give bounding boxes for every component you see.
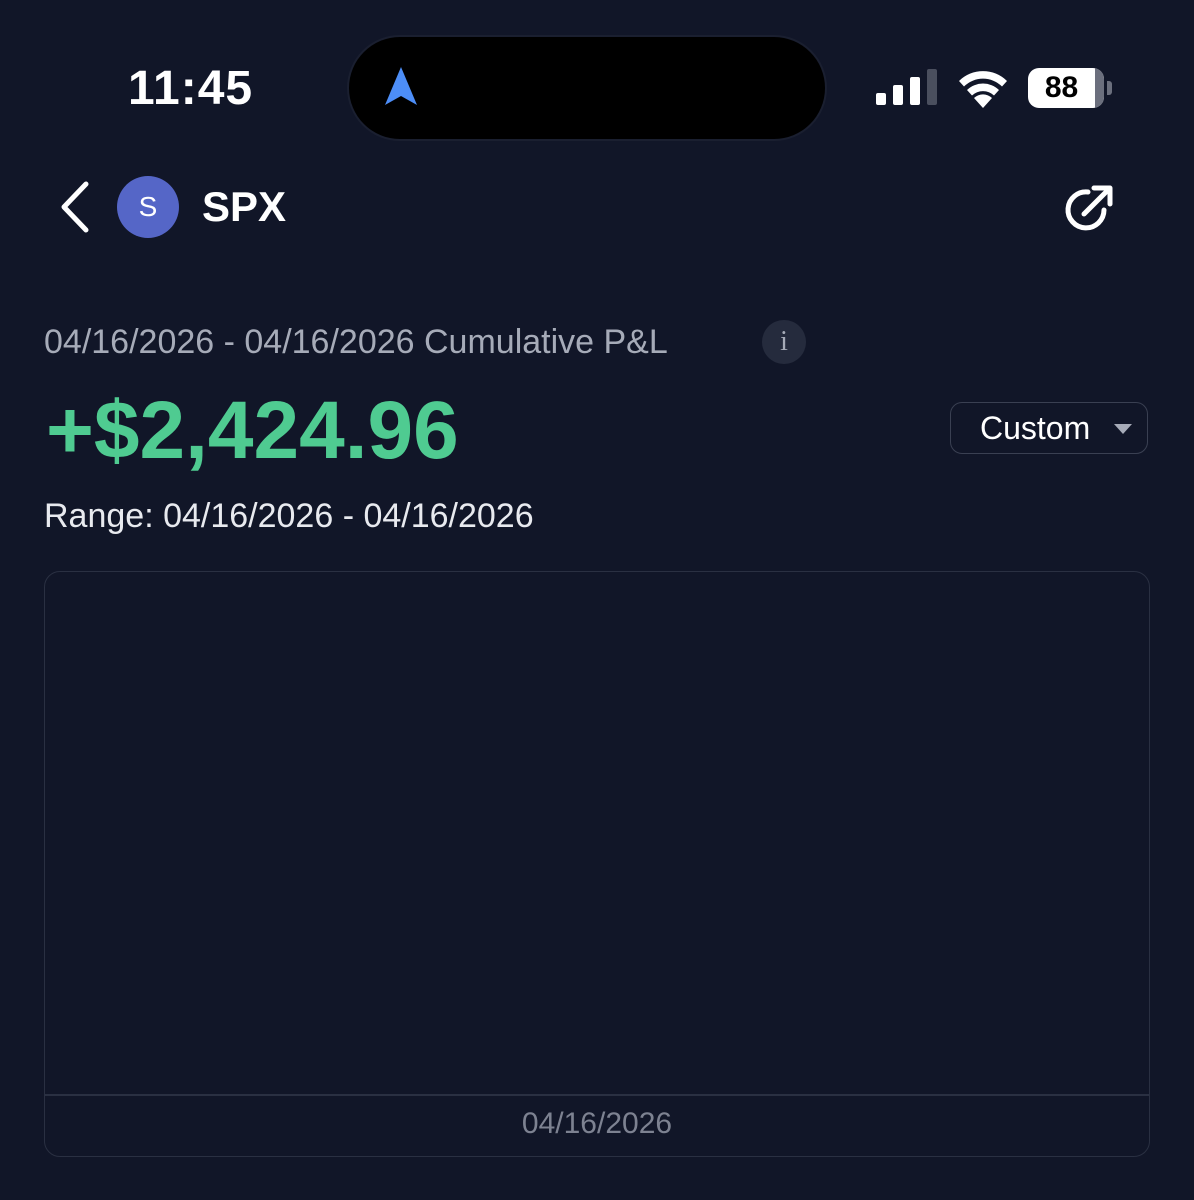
share-icon	[1065, 185, 1113, 231]
x-tick-label: 04/16/2026	[521, 1107, 673, 1140]
battery-icon: 88	[1028, 68, 1112, 108]
chart-x-axis-line	[45, 1094, 1149, 1096]
battery-empty-portion	[1095, 68, 1104, 108]
battery-body: 88	[1028, 68, 1104, 108]
back-button[interactable]	[50, 176, 98, 238]
caret-down-icon	[1114, 424, 1132, 434]
avatar: S	[117, 176, 179, 238]
range-text: Range: 04/16/2026 - 04/16/2026	[44, 497, 534, 535]
dynamic-island	[349, 37, 825, 139]
chart-plot-area	[45, 572, 1149, 1094]
range-select[interactable]: Custom	[950, 402, 1148, 454]
battery-level: 88	[1044, 71, 1079, 104]
share-button[interactable]	[1062, 180, 1118, 236]
cellular-signal-icon	[876, 69, 937, 105]
battery-cap	[1107, 81, 1112, 95]
page-title: SPX	[202, 183, 287, 230]
navigation-arrow-icon	[385, 67, 417, 105]
info-button[interactable]: i	[762, 320, 806, 364]
range-select-label: Custom	[980, 410, 1091, 446]
period-label: 04/16/2026 - 04/16/2026 Cumulative P&L	[44, 323, 668, 361]
cumulative-pnl-value: +$2,424.96	[46, 385, 459, 476]
status-time: 11:45	[128, 62, 254, 115]
chevron-left-icon	[61, 181, 89, 233]
pnl-chart: 04/16/2026	[44, 571, 1150, 1157]
wifi-icon	[959, 71, 1007, 108]
pnl-screen: 11:45 88 S SPX 04/16/2026 - 04/16/2026 C…	[0, 0, 1194, 1200]
